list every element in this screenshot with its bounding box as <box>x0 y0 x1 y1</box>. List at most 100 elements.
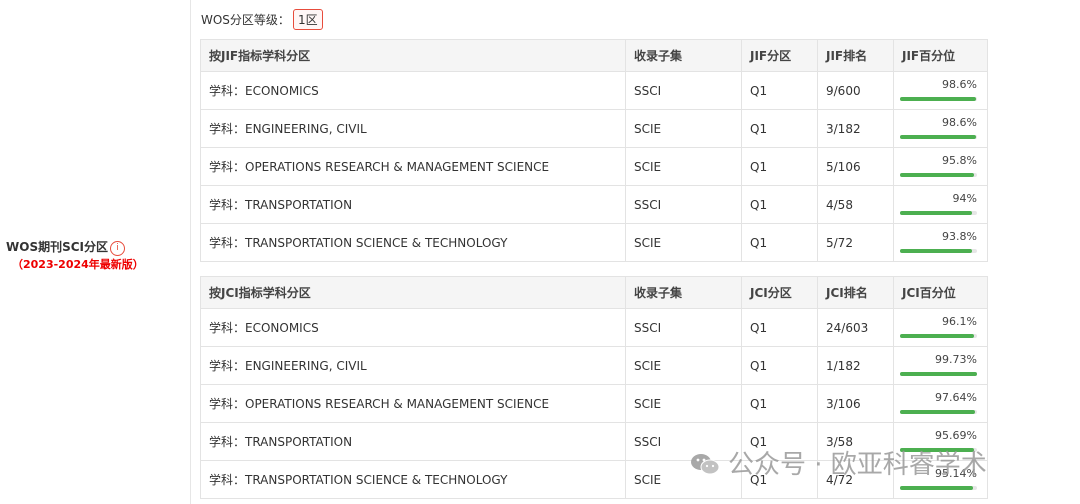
subject-cell: 学科：OPERATIONS RESEARCH & MANAGEMENT SCIE… <box>200 384 626 423</box>
percentile-value: 95.69% <box>935 429 977 442</box>
info-icon[interactable]: i <box>110 241 125 256</box>
table-row: 学科：OPERATIONS RESEARCH & MANAGEMENT SCIE… <box>200 384 988 423</box>
table-row: 学科：TRANSPORTATION SCIENCE & TECHNOLOGY SC… <box>200 223 988 262</box>
jif-header-rank: JIF排名 <box>817 39 894 72</box>
percentile-bar-fill <box>900 97 976 101</box>
rank-cell: 24/603 <box>817 308 894 347</box>
subset-cell: SCIE <box>625 109 742 148</box>
subset-cell: SCIE <box>625 384 742 423</box>
zone-cell: Q1 <box>741 308 818 347</box>
zone-cell: Q1 <box>741 71 818 110</box>
jci-header-subject: 按JCI指标学科分区 <box>200 276 626 309</box>
left-label-cell: WOS期刊SCI分区 i （2023-2024年最新版） <box>0 0 191 504</box>
percentile-bar-track <box>900 97 977 101</box>
percentile-bar-track <box>900 410 977 414</box>
subject-cell: 学科：ENGINEERING, CIVIL <box>200 109 626 148</box>
jif-header-zone: JIF分区 <box>741 39 818 72</box>
jif-header-percentile: JIF百分位 <box>893 39 988 72</box>
subject-cell: 学科：ENGINEERING, CIVIL <box>200 346 626 385</box>
percentile-value: 94% <box>952 192 977 205</box>
jci-header-row: 按JCI指标学科分区 收录子集 JCI分区 JCI排名 JCI百分位 <box>200 276 988 309</box>
rank-cell: 9/600 <box>817 71 894 110</box>
table-row: 学科：ENGINEERING, CIVIL SCIE Q1 3/182 98.6% <box>200 109 988 148</box>
percentile-bar-track <box>900 135 977 139</box>
percentile-bar-track <box>900 486 977 490</box>
percentile-cell: 99.73% <box>893 346 988 385</box>
jif-table: 按JIF指标学科分区 收录子集 JIF分区 JIF排名 JIF百分位 学科：EC… <box>200 39 988 262</box>
subject-cell: 学科：TRANSPORTATION SCIENCE & TECHNOLOGY <box>200 223 626 262</box>
jif-header-subset: 收录子集 <box>625 39 742 72</box>
table-row: 学科：ENGINEERING, CIVIL SCIE Q1 1/182 99.73% <box>200 346 988 385</box>
percentile-bar-fill <box>900 372 977 376</box>
rank-cell: 5/106 <box>817 147 894 186</box>
grade-row: WOS分区等级： 1区 <box>201 9 323 30</box>
percentile-bar-fill <box>900 135 976 139</box>
percentile-cell: 97.64% <box>893 384 988 423</box>
jci-header-zone: JCI分区 <box>741 276 818 309</box>
zone-cell: Q1 <box>741 147 818 186</box>
table-row: 学科：TRANSPORTATION SSCI Q1 4/58 94% <box>200 185 988 224</box>
watermark: 公众号 · 欧亚科睿学术 <box>690 444 987 481</box>
subject-cell: 学科：TRANSPORTATION SCIENCE & TECHNOLOGY <box>200 460 626 499</box>
subject-cell: 学科：TRANSPORTATION <box>200 185 626 224</box>
subject-cell: 学科：OPERATIONS RESEARCH & MANAGEMENT SCIE… <box>200 147 626 186</box>
subset-cell: SCIE <box>625 223 742 262</box>
subject-cell: 学科：ECONOMICS <box>200 308 626 347</box>
percentile-value: 95.8% <box>942 154 977 167</box>
jci-header-subset: 收录子集 <box>625 276 742 309</box>
rank-cell: 3/106 <box>817 384 894 423</box>
jif-header-row: 按JIF指标学科分区 收录子集 JIF分区 JIF排名 JIF百分位 <box>200 39 988 72</box>
subset-cell: SCIE <box>625 346 742 385</box>
percentile-bar-track <box>900 173 977 177</box>
percentile-value: 93.8% <box>942 230 977 243</box>
percentile-cell: 93.8% <box>893 223 988 262</box>
rank-cell: 3/182 <box>817 109 894 148</box>
percentile-bar-fill <box>900 410 976 414</box>
percentile-cell: 98.6% <box>893 109 988 148</box>
percentile-cell: 96.1% <box>893 308 988 347</box>
percentile-bar-fill <box>900 334 974 338</box>
zone-cell: Q1 <box>741 109 818 148</box>
left-subtitle: （2023-2024年最新版） <box>12 258 144 271</box>
percentile-cell: 98.6% <box>893 71 988 110</box>
percentile-value: 99.73% <box>935 353 977 366</box>
wechat-icon <box>691 454 720 475</box>
jif-header-subject: 按JIF指标学科分区 <box>200 39 626 72</box>
percentile-value: 98.6% <box>942 116 977 129</box>
watermark-text: 公众号 · 欧亚科睿学术 <box>728 450 987 480</box>
rank-cell: 5/72 <box>817 223 894 262</box>
percentile-value: 96.1% <box>942 315 977 328</box>
subject-cell: 学科：TRANSPORTATION <box>200 422 626 461</box>
subset-cell: SSCI <box>625 71 742 110</box>
percentile-bar-fill <box>900 211 973 215</box>
left-title-text: WOS期刊SCI分区 <box>6 240 108 254</box>
percentile-value: 97.64% <box>935 391 977 404</box>
subset-cell: SCIE <box>625 147 742 186</box>
percentile-cell: 95.8% <box>893 147 988 186</box>
subset-cell: SSCI <box>625 185 742 224</box>
table-row: 学科：ECONOMICS SSCI Q1 24/603 96.1% <box>200 308 988 347</box>
percentile-bar-track <box>900 334 977 338</box>
zone-cell: Q1 <box>741 185 818 224</box>
percentile-bar-track <box>900 211 977 215</box>
percentile-bar-track <box>900 249 977 253</box>
percentile-bar-fill <box>900 173 974 177</box>
jci-header-percentile: JCI百分位 <box>893 276 988 309</box>
zone-cell: Q1 <box>741 384 818 423</box>
percentile-bar-fill <box>900 486 974 490</box>
jci-header-rank: JCI排名 <box>817 276 894 309</box>
grade-badge: 1区 <box>292 9 323 30</box>
zone-cell: Q1 <box>741 346 818 385</box>
subject-cell: 学科：ECONOMICS <box>200 71 626 110</box>
left-title: WOS期刊SCI分区 i <box>6 238 125 256</box>
grade-label: WOS分区等级： <box>201 13 290 27</box>
table-row: 学科：ECONOMICS SSCI Q1 9/600 98.6% <box>200 71 988 110</box>
percentile-bar-track <box>900 372 977 376</box>
zone-cell: Q1 <box>741 223 818 262</box>
percentile-bar-fill <box>900 249 973 253</box>
subset-cell: SSCI <box>625 308 742 347</box>
jif-body: 学科：ECONOMICS SSCI Q1 9/600 98.6% 学科：ENGINEERI… <box>200 71 988 262</box>
table-row: 学科：OPERATIONS RESEARCH & MANAGEMENT SCIE… <box>200 147 988 186</box>
rank-cell: 4/58 <box>817 185 894 224</box>
percentile-cell: 94% <box>893 185 988 224</box>
